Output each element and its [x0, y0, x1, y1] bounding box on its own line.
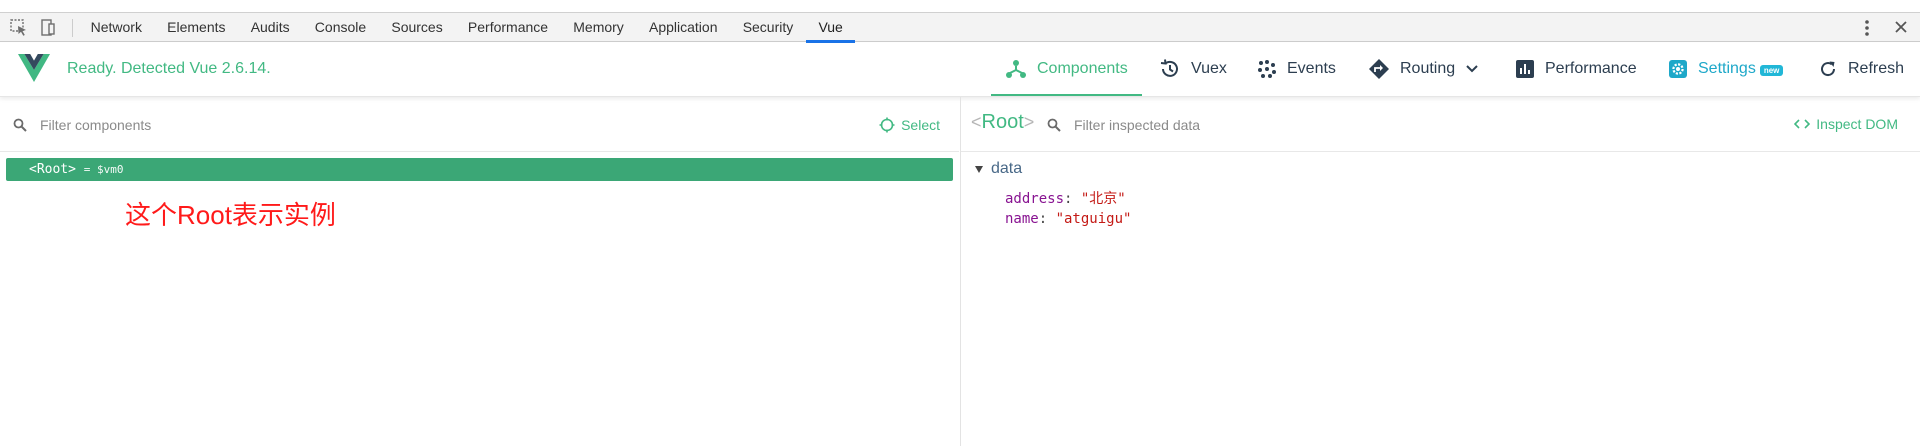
property-value: "atguigu"	[1055, 211, 1132, 227]
inspector-toolbar: <Root> Inspect DOM	[961, 97, 1920, 152]
nav-settings-label: Settings new	[1698, 60, 1784, 78]
annotation-text: 这个Root表示实例	[125, 200, 336, 230]
select-component-button[interactable]: Select	[879, 115, 940, 135]
events-icon	[1258, 60, 1276, 78]
nav-vuex[interactable]: Vuex	[1159, 43, 1227, 95]
code-icon	[1794, 119, 1811, 129]
filter-components-input[interactable]	[40, 111, 640, 139]
tab-console[interactable]: Console	[302, 13, 379, 42]
property-key: name	[1005, 211, 1039, 227]
tab-application[interactable]: Application	[636, 13, 730, 42]
nav-vuex-label: Vuex	[1191, 60, 1227, 77]
nav-settings[interactable]: Settings new	[1668, 43, 1784, 95]
chevron-down-icon[interactable]	[1465, 62, 1479, 76]
tag-close: >	[68, 162, 76, 177]
tab-security[interactable]: Security	[730, 13, 806, 42]
components-pane: Select <Root> = $vm0 这个Root表示实例	[0, 97, 959, 446]
close-icon[interactable]	[1894, 16, 1908, 40]
nav-components[interactable]: Components	[991, 43, 1142, 96]
component-tree-row-root[interactable]: <Root> = $vm0	[6, 158, 953, 181]
nav-events[interactable]: Events	[1257, 43, 1336, 95]
toolbar-divider	[72, 19, 73, 37]
components-icon	[1006, 60, 1026, 78]
vue-status-text: Ready. Detected Vue 2.6.14.	[67, 60, 271, 77]
vertical-ellipsis-icon[interactable]	[1862, 16, 1872, 40]
nav-performance[interactable]: Performance	[1515, 43, 1637, 95]
tab-performance[interactable]: Performance	[455, 13, 560, 42]
inspector-pane: <Root> Inspect DOM data address: "北京" na…	[960, 97, 1920, 446]
data-property-row[interactable]: name: "atguigu"	[1005, 211, 1131, 227]
vm-reference: = $vm0	[83, 163, 124, 176]
gear-icon	[1669, 60, 1687, 78]
devtools-tab-bar: Network Elements Audits Console Sources …	[0, 12, 1920, 43]
vue-devtools-header: Ready. Detected Vue 2.6.14. Components V…	[0, 43, 1920, 97]
refresh-icon	[1821, 61, 1836, 77]
data-property-row[interactable]: address: "北京"	[1005, 188, 1126, 208]
tab-audits[interactable]: Audits	[238, 13, 302, 42]
property-key: address	[1005, 191, 1065, 207]
nav-refresh-label: Refresh	[1848, 60, 1905, 77]
new-badge: new	[1759, 65, 1784, 76]
component-name: Root	[36, 162, 69, 177]
nav-components-label: Components	[1037, 60, 1128, 77]
nav-refresh[interactable]: Refresh	[1818, 43, 1904, 95]
crosshair-icon	[879, 117, 895, 133]
nav-performance-label: Performance	[1545, 60, 1637, 77]
directions-icon	[1369, 59, 1389, 79]
nav-events-label: Events	[1287, 60, 1336, 77]
data-section-toggle[interactable]: data	[975, 160, 1022, 178]
devtools-tabs: Network Elements Audits Console Sources …	[78, 13, 856, 43]
bar-chart-icon	[1516, 60, 1534, 78]
inspect-dom-button[interactable]: Inspect DOM	[1794, 116, 1898, 132]
history-icon	[1160, 59, 1178, 77]
tab-memory[interactable]: Memory	[561, 13, 637, 42]
tab-sources[interactable]: Sources	[379, 13, 456, 42]
components-toolbar: Select	[0, 97, 959, 152]
inspect-dom-label: Inspect DOM	[1816, 116, 1898, 132]
search-icon	[1047, 118, 1061, 132]
tab-network[interactable]: Network	[78, 13, 155, 42]
inspected-component-name: <Root>	[971, 111, 1035, 133]
tab-elements[interactable]: Elements	[155, 13, 239, 42]
inspect-element-icon[interactable]	[8, 17, 30, 39]
nav-routing-label: Routing	[1400, 60, 1456, 77]
tab-vue[interactable]: Vue	[805, 13, 856, 43]
device-toolbar-icon[interactable]	[37, 17, 59, 39]
select-label: Select	[901, 117, 940, 133]
filter-inspected-data-input[interactable]	[1074, 111, 1674, 139]
tag-open: <	[29, 162, 37, 177]
data-section-label: data	[991, 160, 1023, 177]
nav-routing[interactable]: Routing	[1368, 43, 1479, 95]
property-value: "北京"	[1080, 191, 1126, 207]
vue-logo-icon	[18, 53, 50, 83]
search-icon	[13, 118, 27, 132]
triangle-down-icon	[975, 165, 983, 173]
